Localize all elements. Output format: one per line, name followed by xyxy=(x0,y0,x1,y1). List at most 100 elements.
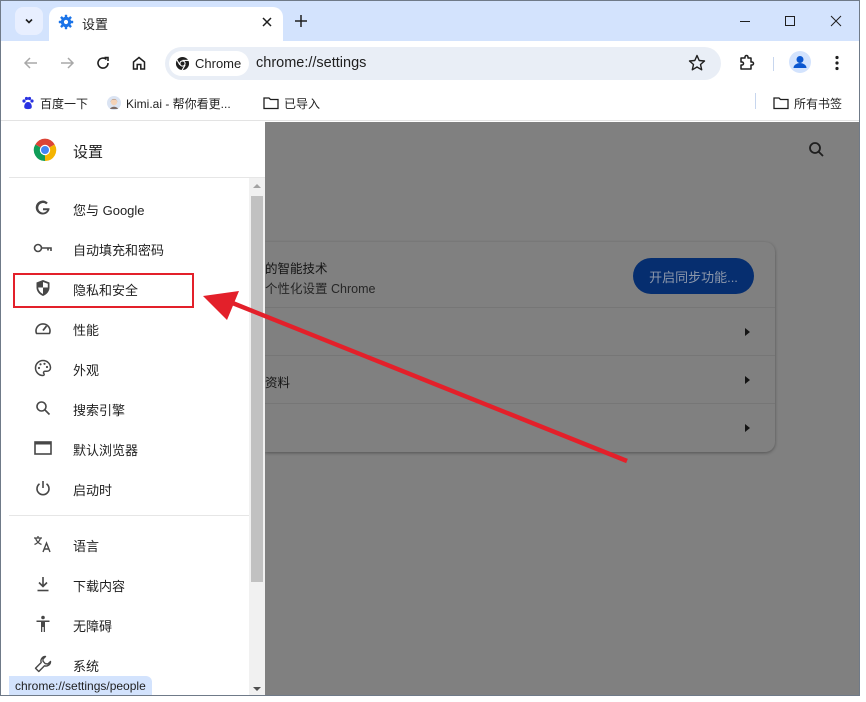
key-icon xyxy=(33,243,52,253)
all-bookmarks-button[interactable]: 所有书签 xyxy=(773,93,842,113)
nav-divider xyxy=(9,515,249,516)
reload-icon xyxy=(97,56,109,69)
new-tab-button[interactable] xyxy=(289,9,313,33)
site-chip-label: Chrome xyxy=(195,56,242,71)
google-g-icon xyxy=(35,200,50,215)
nav-item-downloads[interactable]: 下载内容 xyxy=(9,564,249,604)
nav-item-search-engine[interactable]: 搜索引擎 xyxy=(9,388,249,428)
chevron-down-icon xyxy=(25,18,33,24)
nav-item-appearance[interactable]: 外观 xyxy=(9,348,249,388)
nav-item-languages[interactable]: 语言 xyxy=(9,524,249,564)
speedometer-icon xyxy=(35,323,51,335)
maximize-icon xyxy=(785,16,795,26)
omnibox[interactable]: Chrome chrome://settings xyxy=(165,47,721,80)
turn-on-sync-button[interactable]: 开启同步功能... xyxy=(633,258,754,294)
folder-icon xyxy=(773,97,789,110)
tab-settings[interactable]: 设置 xyxy=(49,7,283,41)
sync-promo-line1: 的智能技术 xyxy=(265,262,328,276)
settings-nav-drawer: 设置 您与 Google 自动填充和密码 隐私和安全 性能 外观 搜索引擎 默认… xyxy=(9,122,265,695)
back-button[interactable] xyxy=(17,49,45,77)
window-shadow xyxy=(860,0,866,702)
row-label: 资料 xyxy=(265,376,291,390)
search-icon xyxy=(36,401,51,416)
tab-search-button[interactable] xyxy=(15,7,43,35)
nav-item-autofill[interactable]: 自动填充和密码 xyxy=(9,228,249,268)
nav-item-label: 您与 Google xyxy=(73,203,145,218)
extensions-button[interactable] xyxy=(733,49,761,77)
scroll-thumb[interactable] xyxy=(251,196,263,582)
bookmark-item[interactable]: Kimi.ai - 帮你看更... xyxy=(107,93,231,113)
card-row[interactable]: 资料 xyxy=(265,355,775,403)
home-button[interactable] xyxy=(125,49,153,77)
close-icon xyxy=(262,17,272,27)
arrow-right-icon xyxy=(745,424,750,432)
baidu-paw-icon xyxy=(22,96,34,110)
maximize-button[interactable] xyxy=(770,7,810,35)
power-icon xyxy=(36,481,50,496)
toolbar-separator xyxy=(773,57,774,71)
close-icon xyxy=(830,15,842,27)
nav-item-performance[interactable]: 性能 xyxy=(9,308,249,348)
nav-item-label: 系统 xyxy=(73,659,100,674)
site-info-chip[interactable]: Chrome xyxy=(169,51,250,76)
url-text[interactable]: chrome://settings xyxy=(256,55,366,71)
card-row[interactable] xyxy=(265,307,775,355)
arrow-right-icon xyxy=(745,376,750,384)
home-icon xyxy=(132,56,146,70)
settings-nav-list: 您与 Google 自动填充和密码 隐私和安全 性能 外观 搜索引擎 默认浏览器… xyxy=(9,178,249,695)
bookmark-label: 百度一下 xyxy=(40,96,89,111)
search-icon[interactable] xyxy=(807,140,827,160)
drawer-title: 设置 xyxy=(73,144,104,161)
wrench-icon xyxy=(34,655,52,673)
window-shadow xyxy=(0,696,866,702)
bookmarks-separator xyxy=(755,93,756,109)
nav-item-on-startup[interactable]: 启动时 xyxy=(9,468,249,508)
card-row[interactable] xyxy=(265,403,775,451)
modal-backdrop[interactable]: 的智能技术 个性化设置 Chrome 开启同步功能... 资料 xyxy=(265,122,859,695)
all-bookmarks-label: 所有书签 xyxy=(794,96,843,111)
reload-button[interactable] xyxy=(89,49,117,77)
close-window-button[interactable] xyxy=(816,7,856,35)
nav-item-label: 启动时 xyxy=(73,483,113,498)
folder-icon xyxy=(263,97,279,110)
bookmark-folder[interactable]: 已导入 xyxy=(263,93,320,113)
browser-window: 设置 Chrome chrome://settings 百度一下 Kimi.ai… xyxy=(0,0,860,696)
minimize-button[interactable] xyxy=(725,7,765,35)
download-icon xyxy=(37,577,49,592)
translate-icon xyxy=(34,536,51,553)
nav-item-label: 搜索引擎 xyxy=(73,403,126,418)
tab-close-button[interactable] xyxy=(257,12,277,32)
profile-avatar-button[interactable] xyxy=(789,51,811,73)
tab-strip: 设置 xyxy=(1,1,859,41)
nav-item-label: 语言 xyxy=(73,539,100,554)
nav-item-label: 自动填充和密码 xyxy=(73,243,165,258)
scroll-down-arrow-icon[interactable] xyxy=(253,687,261,691)
arrow-right-icon xyxy=(61,57,75,69)
person-icon xyxy=(793,56,807,68)
more-vertical-icon xyxy=(835,55,839,71)
plus-icon xyxy=(295,15,307,27)
gear-icon xyxy=(58,14,74,30)
nav-item-label: 外观 xyxy=(73,363,100,378)
nav-scrollbar[interactable] xyxy=(249,178,265,695)
settings-page: 的智能技术 个性化设置 Chrome 开启同步功能... 资料 设置 您与 Go… xyxy=(1,122,859,695)
nav-item-label: 无障碍 xyxy=(73,619,113,634)
arrow-left-icon xyxy=(23,57,37,69)
annotation-highlight-box xyxy=(13,273,194,308)
menu-button[interactable] xyxy=(823,49,851,77)
tab-title: 设置 xyxy=(82,17,109,32)
nav-item-accessibility[interactable]: 无障碍 xyxy=(9,604,249,644)
kimi-avatar-icon xyxy=(107,96,121,110)
accessibility-icon xyxy=(36,615,50,632)
nav-item-default-browser[interactable]: 默认浏览器 xyxy=(9,428,249,468)
scroll-up-arrow-icon[interactable] xyxy=(253,184,261,188)
toolbar: Chrome chrome://settings xyxy=(1,41,859,85)
forward-button[interactable] xyxy=(53,49,81,77)
minimize-icon xyxy=(740,21,750,22)
sync-promo-line2: 个性化设置 Chrome xyxy=(265,282,376,296)
bookmark-label: 已导入 xyxy=(284,96,321,111)
bookmark-star-icon[interactable] xyxy=(687,53,707,73)
nav-item-label: 下载内容 xyxy=(73,579,126,594)
bookmark-item[interactable]: 百度一下 xyxy=(21,93,88,113)
nav-item-you-and-google[interactable]: 您与 Google xyxy=(9,188,249,228)
